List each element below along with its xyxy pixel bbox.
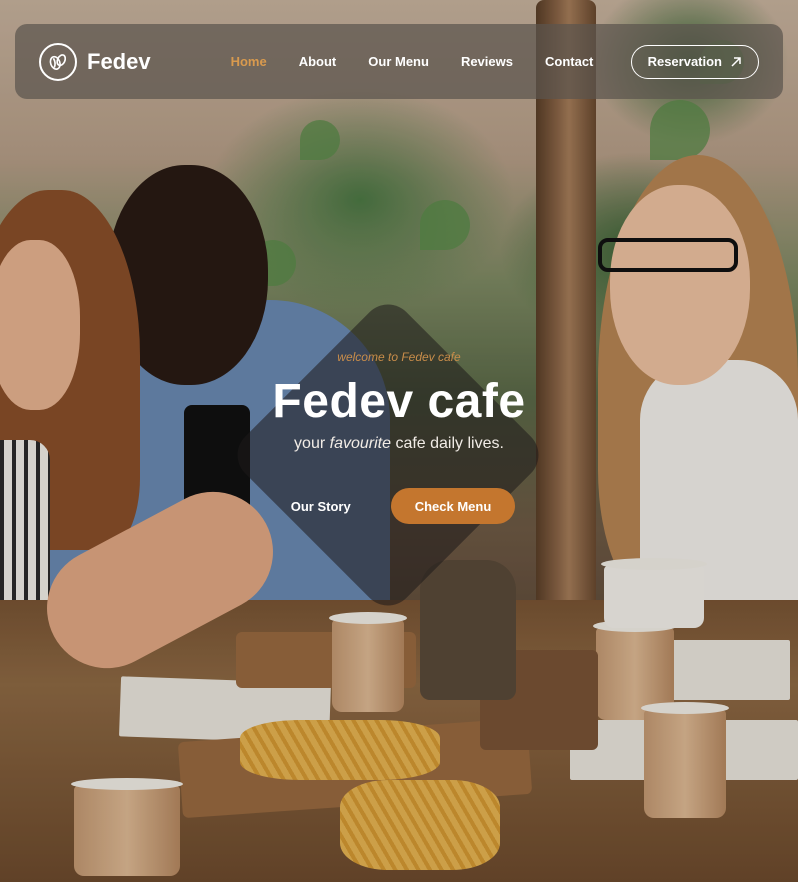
our-story-button[interactable]: Our Story bbox=[291, 499, 351, 514]
nav-link-about[interactable]: About bbox=[299, 54, 337, 69]
check-menu-button[interactable]: Check Menu bbox=[390, 488, 516, 524]
hero-welcome-text: welcome to Fedev cafe bbox=[337, 350, 461, 364]
hero-section: welcome to Fedev cafe Fedev cafe your fa… bbox=[0, 350, 798, 453]
brand-name: Fedev bbox=[87, 48, 151, 74]
reservation-button-label: Reservation bbox=[647, 54, 722, 69]
arrow-up-right-icon bbox=[731, 56, 741, 67]
navigation-bar: Fedev Home About Our Menu Reviews Contac… bbox=[15, 24, 783, 99]
hero-tagline: your favourite cafe daily lives. bbox=[0, 435, 798, 453]
nav-link-home[interactable]: Home bbox=[231, 54, 267, 69]
brand-logo[interactable]: Fedev bbox=[39, 42, 151, 81]
nav-link-reviews[interactable]: Reviews bbox=[461, 54, 513, 69]
nav-link-our-menu[interactable]: Our Menu bbox=[368, 54, 429, 69]
tagline-start: your bbox=[294, 435, 330, 452]
nav-link-contact[interactable]: Contact bbox=[545, 54, 593, 69]
hero-title: Fedev cafe bbox=[272, 375, 526, 428]
hero-actions: Our Story Check Menu bbox=[0, 488, 798, 524]
reservation-button[interactable]: Reservation bbox=[630, 44, 759, 79]
main-menu: Home About Our Menu Reviews Contact bbox=[231, 54, 594, 69]
coffee-bean-icon bbox=[39, 42, 77, 81]
tagline-end: cafe daily lives. bbox=[391, 435, 504, 452]
tagline-emphasis: favourite bbox=[329, 435, 391, 452]
